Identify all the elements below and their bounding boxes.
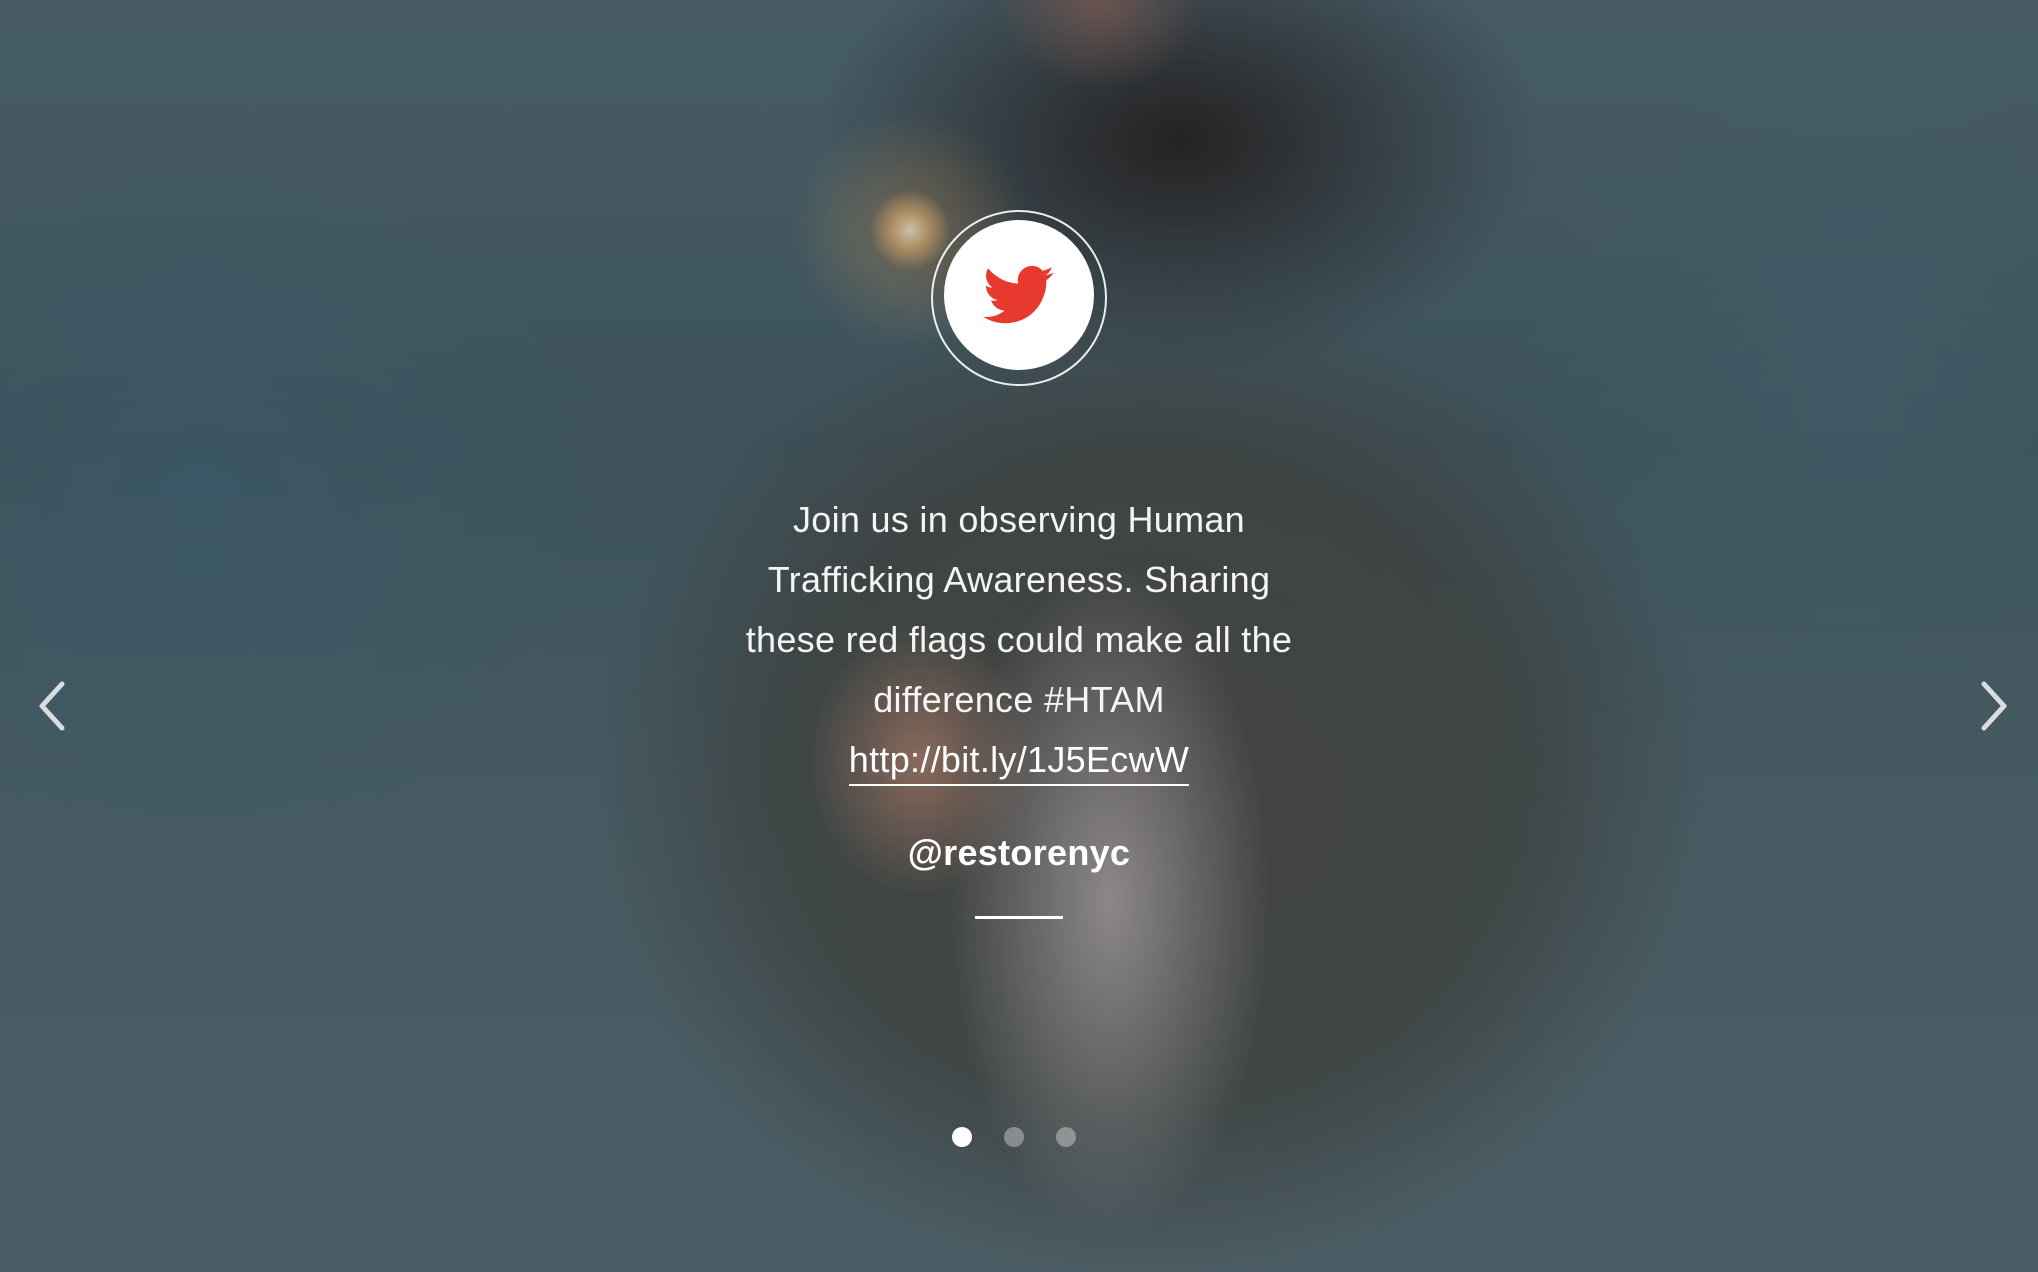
tweet-line: Trafficking Awareness. Sharing — [767, 559, 1271, 600]
prev-slide-button[interactable] — [24, 676, 84, 736]
tweet-handle[interactable]: @restorenyc — [619, 832, 1419, 874]
next-slide-button[interactable] — [1962, 676, 2022, 736]
chevron-right-icon — [1981, 681, 2007, 731]
chevron-left-icon — [39, 681, 65, 731]
tweet-text: Join us in observing Human Trafficking A… — [709, 490, 1329, 790]
pagination-dot-3[interactable] — [1056, 1127, 1076, 1147]
divider — [975, 916, 1063, 919]
pagination-dot-1[interactable] — [952, 1127, 972, 1147]
tweet-line: these red flags could make all the — [745, 619, 1293, 660]
tweet-line: difference #HTAM — [873, 679, 1165, 720]
background-face — [960, 0, 1240, 150]
twitter-logo[interactable] — [927, 210, 1111, 394]
tweet-card: Join us in observing Human Trafficking A… — [619, 210, 1419, 919]
slider-pagination — [952, 1127, 1076, 1147]
tweet-link[interactable]: http://bit.ly/1J5EcwW — [848, 738, 1190, 786]
tweet-slider: Join us in observing Human Trafficking A… — [0, 0, 2038, 1272]
logo-badge — [944, 220, 1094, 370]
pagination-dot-2[interactable] — [1004, 1127, 1024, 1147]
tweet-line: Join us in observing Human — [792, 499, 1246, 540]
twitter-bird-icon — [983, 265, 1054, 324]
